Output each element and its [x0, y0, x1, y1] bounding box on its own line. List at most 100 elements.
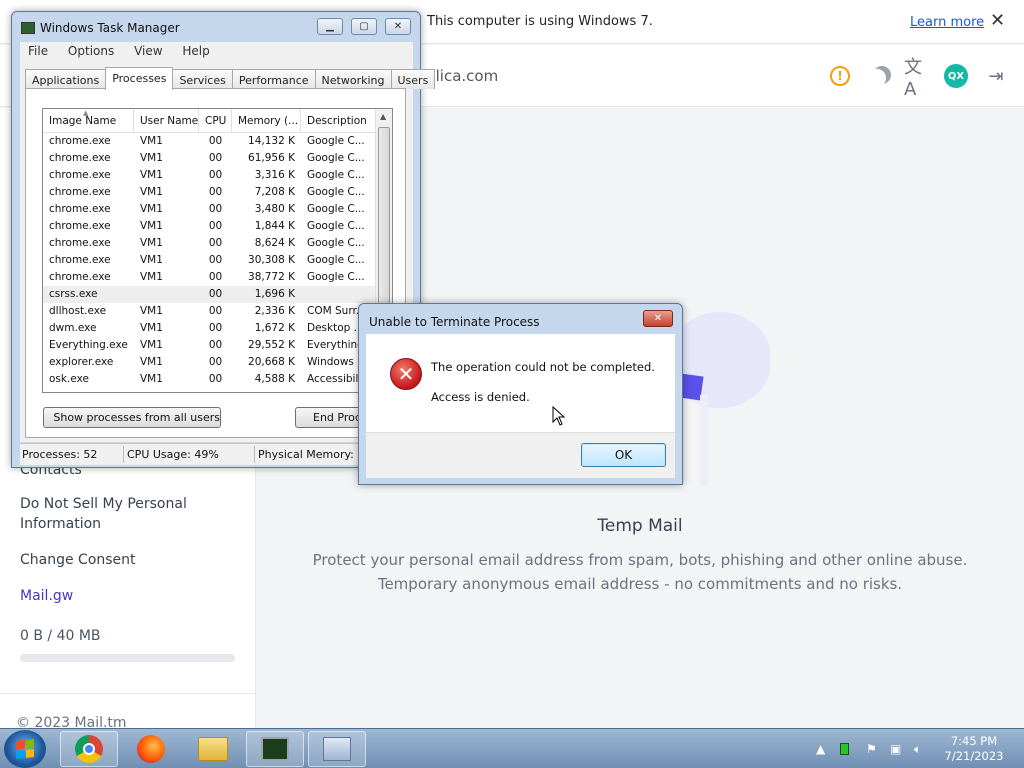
taskbar-chrome[interactable]: [60, 731, 118, 767]
cell-cpu: 00: [208, 254, 223, 266]
column-image-name[interactable]: ▲ Image Name: [43, 109, 134, 132]
close-icon[interactable]: ✕: [990, 10, 1005, 31]
column-description[interactable]: Description: [301, 109, 376, 132]
table-row[interactable]: dllhost.exe VM1 00 2,336 K COM Surr...: [43, 303, 376, 320]
show-all-processes-button[interactable]: Show processes from all users: [43, 407, 221, 428]
error-icon: ✕: [390, 358, 422, 390]
cell-memory: 1,696 K: [254, 288, 295, 300]
column-memory[interactable]: Memory (...: [232, 109, 301, 132]
learn-more-link[interactable]: Learn more: [910, 15, 984, 30]
menu-options[interactable]: Options: [60, 42, 122, 58]
scroll-up-icon[interactable]: ▲: [380, 112, 386, 121]
cell-image-name: Everything.exe: [49, 339, 128, 351]
tab-services[interactable]: Services: [172, 69, 233, 89]
status-bar: Processes: 52 CPU Usage: 49% Physical Me…: [20, 443, 413, 465]
cell-memory: 29,552 K: [248, 339, 295, 351]
column-cpu[interactable]: CPU: [199, 109, 232, 132]
table-row[interactable]: Everything.exe VM1 00 29,552 K Everything: [43, 337, 376, 354]
storage-usage-text: 0 B / 40 MB: [20, 628, 101, 644]
sidebar-item-change-consent[interactable]: Change Consent: [20, 550, 136, 570]
cell-image-name: chrome.exe: [49, 220, 111, 232]
task-manager-icon: [21, 22, 35, 34]
divider: [0, 693, 256, 694]
cell-cpu: 00: [208, 237, 223, 249]
cell-image-name: chrome.exe: [49, 169, 111, 181]
cell-cpu: 00: [208, 271, 223, 283]
sidebar-item-do-not-sell[interactable]: Do Not Sell My Personal Information: [20, 494, 220, 534]
error-detail: Access is denied.: [431, 390, 530, 404]
menu-help[interactable]: Help: [174, 42, 217, 58]
close-button[interactable]: ✕: [385, 18, 411, 35]
volume-icon[interactable]: 🔈︎: [914, 742, 921, 757]
file-explorer-icon: [198, 737, 228, 761]
column-user-name[interactable]: User Name: [134, 109, 199, 132]
windows-logo-icon: [16, 739, 34, 759]
cell-memory: 30,308 K: [248, 254, 295, 266]
close-button[interactable]: ✕: [643, 310, 673, 327]
error-dialog[interactable]: Unable to Terminate Process ✕ ✕ The oper…: [358, 303, 683, 485]
table-row[interactable]: chrome.exe VM1 00 14,132 K Google C...: [43, 133, 376, 150]
minimize-button[interactable]: ▁: [317, 18, 343, 35]
table-row[interactable]: chrome.exe VM1 00 38,772 K Google C...: [43, 269, 376, 286]
table-row[interactable]: explorer.exe VM1 00 20,668 K Windows ...: [43, 354, 376, 371]
cell-memory: 8,624 K: [254, 237, 295, 249]
taskbar-firefox[interactable]: [122, 731, 180, 767]
action-center-icon[interactable]: ⚑: [866, 742, 877, 756]
status-physical-memory: Physical Memory: 3: [258, 448, 365, 461]
table-row[interactable]: dwm.exe VM1 00 1,672 K Desktop ...: [43, 320, 376, 337]
firefox-icon: [137, 735, 165, 763]
scroll-thumb[interactable]: [378, 127, 390, 323]
table-row[interactable]: csrss.exe 00 1,696 K: [43, 286, 376, 303]
table-row[interactable]: chrome.exe VM1 00 30,308 K Google C...: [43, 252, 376, 269]
cell-image-name: chrome.exe: [49, 152, 111, 164]
mouse-cursor-icon: [552, 406, 566, 426]
process-list[interactable]: ▲ Image Name User Name CPU Memory (... De…: [42, 108, 393, 393]
cell-user-name: VM1: [140, 254, 163, 266]
cell-cpu: 00: [208, 152, 223, 164]
cell-cpu: 00: [208, 186, 223, 198]
menu-view[interactable]: View: [126, 42, 170, 58]
page-description: Protect your personal email address from…: [256, 548, 1024, 596]
translate-icon[interactable]: 文A: [904, 57, 928, 100]
table-row[interactable]: osk.exe VM1 00 4,588 K Accessibili...: [43, 371, 376, 388]
maximize-button[interactable]: ▢: [351, 18, 377, 35]
taskbar-file-explorer[interactable]: [184, 731, 242, 767]
column-headers: ▲ Image Name User Name CPU Memory (... De…: [43, 109, 376, 133]
avatar[interactable]: QX: [944, 64, 968, 88]
tab-applications[interactable]: Applications: [25, 69, 107, 89]
logout-icon[interactable]: ⇥: [984, 64, 1008, 88]
network-icon[interactable]: ▣: [890, 742, 901, 756]
start-button[interactable]: [4, 730, 46, 768]
tab-processes[interactable]: Processes: [105, 67, 174, 90]
warning-icon[interactable]: !: [828, 64, 852, 88]
table-row[interactable]: chrome.exe VM1 00 61,956 K Google C...: [43, 150, 376, 167]
cell-user-name: VM1: [140, 220, 163, 232]
power-meter-icon[interactable]: [840, 743, 849, 755]
cell-memory: 38,772 K: [248, 271, 295, 283]
show-hidden-icons-icon[interactable]: ▲: [816, 742, 825, 756]
sidebar-item-mail-gw[interactable]: Mail.gw: [20, 586, 73, 606]
tab-users[interactable]: Users: [390, 69, 436, 89]
table-row[interactable]: chrome.exe VM1 00 8,624 K Google C...: [43, 235, 376, 252]
tab-performance[interactable]: Performance: [231, 69, 316, 89]
dialog-footer: OK: [366, 432, 675, 478]
cell-user-name: VM1: [140, 186, 163, 198]
cell-cpu: 00: [208, 169, 223, 181]
table-row[interactable]: chrome.exe VM1 00 7,208 K Google C...: [43, 184, 376, 201]
table-row[interactable]: chrome.exe VM1 00 1,844 K Google C...: [43, 218, 376, 235]
cell-description: Google C...: [307, 186, 365, 198]
tab-networking[interactable]: Networking: [314, 69, 392, 89]
moon-icon[interactable]: [868, 64, 892, 88]
cell-cpu: 00: [208, 339, 223, 351]
taskbar-task-manager[interactable]: [246, 731, 304, 767]
table-row[interactable]: chrome.exe VM1 00 3,316 K Google C...: [43, 167, 376, 184]
cell-image-name: chrome.exe: [49, 254, 111, 266]
menu-file[interactable]: File: [20, 42, 56, 58]
ok-button[interactable]: OK: [581, 443, 666, 467]
cell-memory: 3,316 K: [254, 169, 295, 181]
cell-cpu: 00: [208, 305, 223, 317]
cell-image-name: dllhost.exe: [49, 305, 107, 317]
system-clock[interactable]: 7:45 PM 7/21/2023: [938, 734, 1010, 764]
taskbar-remote-desktop[interactable]: [308, 731, 366, 767]
table-row[interactable]: chrome.exe VM1 00 3,480 K Google C...: [43, 201, 376, 218]
